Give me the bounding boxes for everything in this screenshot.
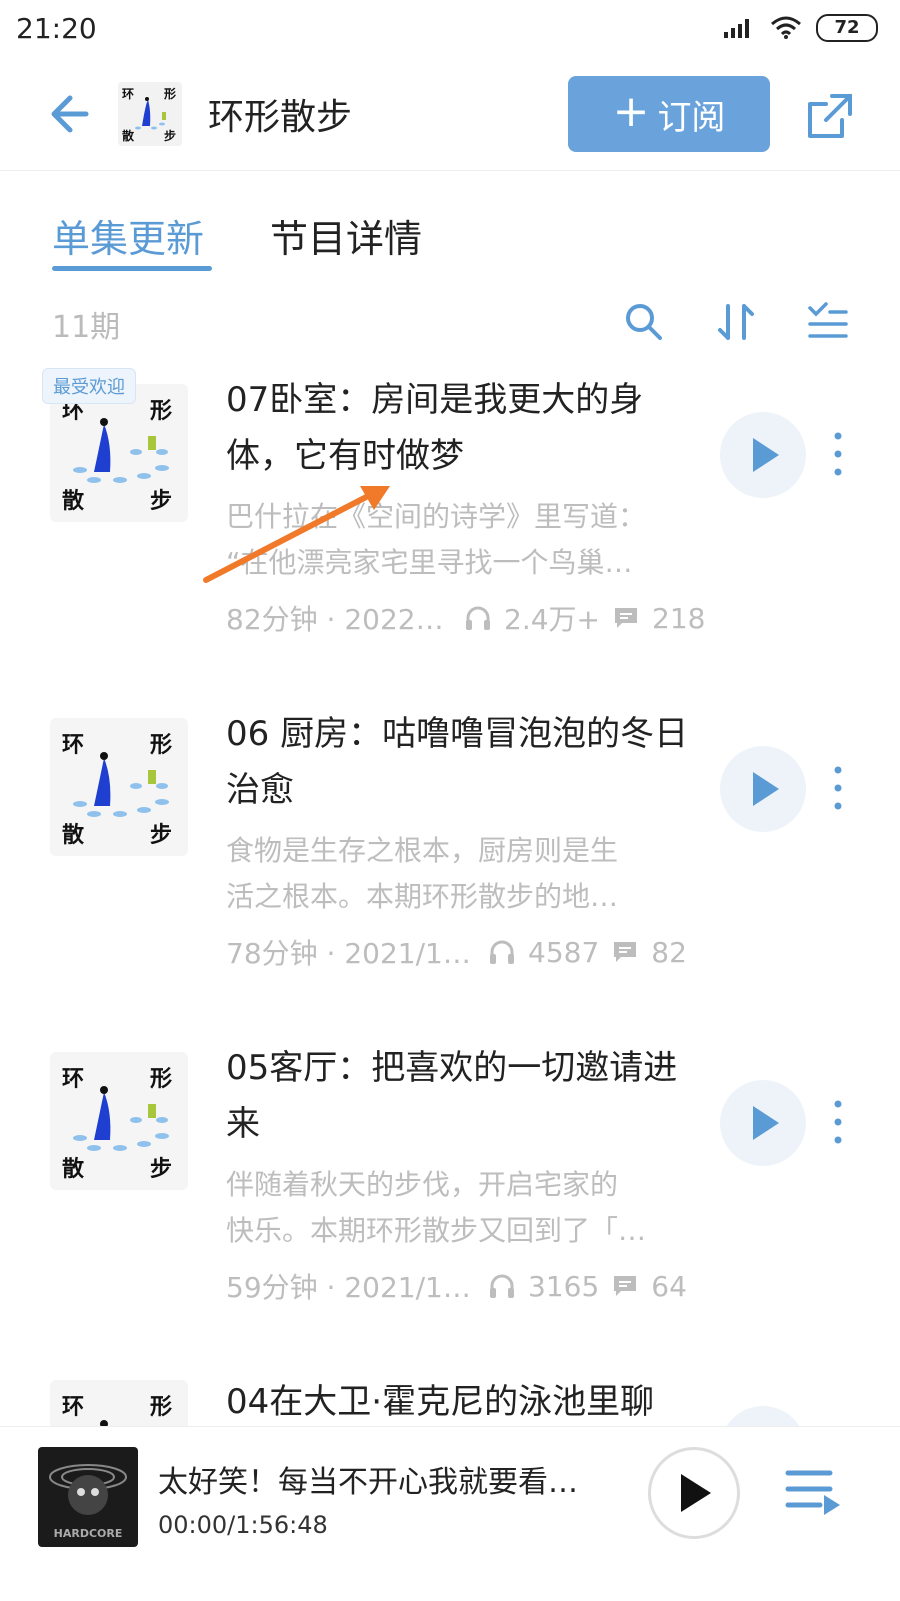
episode-duration-date: 59分钟 · 2021/1… bbox=[226, 1271, 471, 1304]
svg-text:环: 环 bbox=[62, 1395, 84, 1420]
episode-title[interactable]: 07卧室：房间是我更大的身体，它有时做梦 bbox=[226, 372, 696, 484]
episode-meta: 82分钟 · 2022… 2.4万+ 218 bbox=[226, 598, 706, 638]
svg-text:形: 形 bbox=[164, 87, 176, 101]
active-tab-indicator bbox=[52, 266, 212, 271]
listen-count: 4587 bbox=[528, 935, 600, 969]
tab-details[interactable]: 节目详情 bbox=[270, 208, 422, 263]
svg-text:步: 步 bbox=[150, 488, 172, 514]
status-bar: 21:20 72 bbox=[0, 0, 900, 62]
subscribe-label: 订阅 bbox=[657, 97, 726, 138]
more-options-icon[interactable] bbox=[830, 424, 846, 484]
battery-indicator: 72 bbox=[816, 14, 878, 42]
play-icon bbox=[753, 1106, 779, 1140]
play-button[interactable] bbox=[720, 746, 806, 832]
headphones-icon bbox=[490, 1274, 514, 1298]
svg-text:散: 散 bbox=[62, 489, 85, 514]
subscribe-button[interactable]: + 订阅 bbox=[568, 76, 770, 152]
comment-icon bbox=[614, 942, 637, 962]
episode-cover: 环 形 散 步 bbox=[50, 718, 188, 856]
podcast-cover-thumbnail: 环 形 散 步 bbox=[118, 82, 182, 146]
svg-text:环: 环 bbox=[122, 87, 134, 101]
episode-item[interactable]: 环 形 散 步 06 厨房：咕噜噜冒泡泡的冬日治愈 食物是生存之根本，厨房则是生… bbox=[0, 706, 900, 1046]
svg-text:步: 步 bbox=[164, 128, 176, 143]
episode-duration-date: 82分钟 · 2022… bbox=[226, 603, 444, 636]
svg-text:HARDCORE: HARDCORE bbox=[54, 1527, 123, 1540]
episode-item[interactable]: 最受欢迎 环 形 散 步 07卧室：房间是我更大的身体，它有时做梦 巴什拉在《空… bbox=[0, 368, 900, 712]
headphones-icon bbox=[490, 940, 514, 964]
headphones-icon bbox=[466, 606, 490, 630]
play-icon bbox=[753, 772, 779, 806]
more-options-icon[interactable] bbox=[830, 758, 846, 818]
list-toolbar: 11期 bbox=[0, 292, 900, 356]
comment-count: 82 bbox=[651, 935, 687, 969]
episode-description: 伴随着秋天的步伐，开启宅家的 快乐。本期环形散步又回到了「… bbox=[226, 1168, 647, 1247]
episode-count: 11期 bbox=[52, 310, 121, 345]
listen-count: 2.4万+ bbox=[504, 603, 600, 636]
play-icon bbox=[753, 438, 779, 472]
plus-icon: + bbox=[612, 86, 650, 137]
episode-cover: 环 形 bbox=[50, 1380, 188, 1426]
episode-title[interactable]: 05客厅：把喜欢的一切邀请进来 bbox=[226, 1040, 696, 1152]
comment-icon bbox=[615, 608, 637, 628]
popular-badge: 最受欢迎 bbox=[42, 368, 136, 404]
svg-text:散: 散 bbox=[62, 1157, 85, 1182]
signal-icon bbox=[724, 19, 749, 38]
tab-episodes[interactable]: 单集更新 bbox=[52, 208, 204, 263]
episode-title[interactable]: 04在大卫·霍克尼的泳池里聊 bbox=[226, 1374, 696, 1426]
svg-text:形: 形 bbox=[150, 733, 172, 758]
sort-icon[interactable] bbox=[714, 300, 758, 344]
episode-description: 食物是生存之根本，厨房则是生 活之根本。本期环形散步的地… bbox=[226, 834, 619, 913]
comment-count: 64 bbox=[651, 1269, 687, 1303]
page-title: 环形散步 bbox=[208, 97, 353, 138]
svg-text:散: 散 bbox=[122, 128, 135, 143]
player-play-button[interactable] bbox=[648, 1447, 740, 1539]
episode-cover: 环 形 散 步 bbox=[50, 384, 188, 522]
episode-meta: 59分钟 · 2021/1… 3165 64 bbox=[226, 1266, 706, 1306]
playback-time: 00:00/1:56:48 bbox=[158, 1511, 328, 1539]
search-icon[interactable] bbox=[622, 300, 666, 344]
episode-description: 巴什拉在《空间的诗学》里写道： “在他漂亮家宅里寻找一个鸟巢… bbox=[226, 500, 647, 579]
mini-player[interactable]: HARDCORE 太好笑！每当不开心我就要看… 00:00/1:56:48 bbox=[0, 1426, 900, 1601]
batch-select-icon[interactable] bbox=[806, 300, 850, 344]
episode-item[interactable]: 环 形 散 步 05客厅：把喜欢的一切邀请进来 伴随着秋天的步伐，开启宅家的 快… bbox=[0, 1040, 900, 1380]
back-arrow-icon[interactable] bbox=[44, 86, 100, 142]
comment-count: 218 bbox=[652, 601, 706, 635]
listen-count: 3165 bbox=[528, 1269, 600, 1303]
svg-text:散: 散 bbox=[62, 823, 85, 848]
svg-text:步: 步 bbox=[150, 822, 172, 848]
more-options-icon[interactable] bbox=[830, 1092, 846, 1152]
comment-icon bbox=[614, 1276, 637, 1296]
tab-bar: 单集更新 节目详情 bbox=[0, 200, 900, 280]
status-time: 21:20 bbox=[16, 12, 97, 45]
now-playing-title: 太好笑！每当不开心我就要看… bbox=[158, 1465, 578, 1500]
episode-duration-date: 78分钟 · 2021/1… bbox=[226, 937, 471, 970]
playlist-icon[interactable] bbox=[780, 1449, 850, 1529]
play-button[interactable] bbox=[720, 1080, 806, 1166]
episode-cover: 环 形 散 步 bbox=[50, 1052, 188, 1190]
play-button[interactable] bbox=[720, 412, 806, 498]
svg-text:环: 环 bbox=[62, 1067, 84, 1092]
episode-meta: 78分钟 · 2021/1… 4587 82 bbox=[226, 932, 706, 972]
play-icon bbox=[681, 1474, 711, 1512]
svg-text:形: 形 bbox=[150, 1067, 172, 1092]
player-cover: HARDCORE bbox=[38, 1447, 138, 1547]
svg-text:形: 形 bbox=[150, 1395, 172, 1420]
episode-item[interactable]: 环 形 04在大卫·霍克尼的泳池里聊 bbox=[0, 1374, 900, 1426]
play-button[interactable] bbox=[720, 1406, 806, 1426]
episode-title[interactable]: 06 厨房：咕噜噜冒泡泡的冬日治愈 bbox=[226, 706, 696, 818]
svg-text:步: 步 bbox=[150, 1156, 172, 1182]
share-icon[interactable] bbox=[802, 88, 858, 144]
header: 环 形 散 步 环形散步 + 订阅 bbox=[0, 62, 900, 171]
wifi-icon bbox=[771, 16, 801, 39]
svg-text:环: 环 bbox=[62, 733, 84, 758]
svg-text:形: 形 bbox=[150, 399, 172, 424]
